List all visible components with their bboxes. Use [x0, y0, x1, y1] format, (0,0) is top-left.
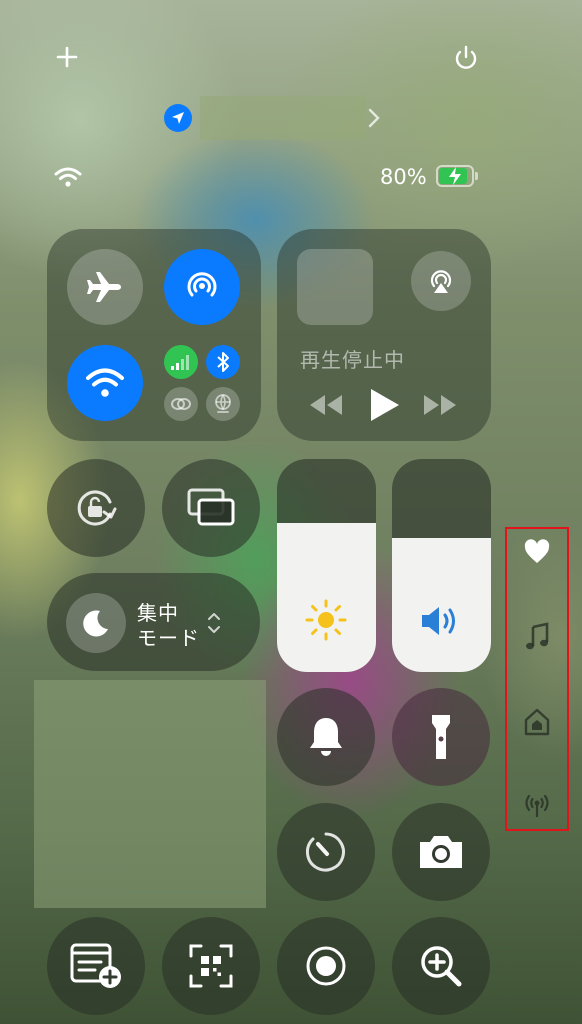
sun-icon — [305, 599, 347, 641]
quick-note-button[interactable] — [47, 917, 145, 1015]
brightness-slider[interactable] — [277, 459, 376, 672]
music-note-icon[interactable] — [524, 622, 550, 652]
rewind-icon[interactable] — [308, 393, 344, 417]
rotation-lock-icon — [77, 490, 117, 526]
vpn-toggle[interactable] — [206, 387, 240, 421]
play-icon[interactable] — [367, 387, 401, 423]
location-label-redacted — [200, 96, 365, 140]
record-icon — [306, 946, 346, 986]
power-icon — [455, 45, 477, 69]
fast-forward-icon[interactable] — [422, 393, 458, 417]
magnifier-button[interactable] — [392, 917, 490, 1015]
media-status-text: 再生停止中 — [300, 348, 405, 372]
antenna-icon[interactable] — [522, 791, 552, 819]
location-row[interactable] — [160, 96, 390, 140]
screen-mirroring-icon — [187, 488, 235, 526]
chevron-right-icon — [368, 108, 380, 128]
qr-code-scanner-icon — [189, 944, 233, 988]
battery-icon — [436, 165, 482, 189]
camera-button[interactable] — [392, 803, 490, 901]
timer-icon — [305, 832, 345, 872]
wifi-status-icon — [54, 167, 82, 187]
screen-recording-button[interactable] — [277, 917, 375, 1015]
silent-mode-toggle[interactable] — [277, 688, 375, 786]
flashlight-toggle[interactable] — [392, 688, 490, 786]
battery-percent: 80% — [380, 165, 427, 189]
plus-icon — [56, 46, 78, 68]
home-icon[interactable] — [523, 707, 551, 737]
cellular-signal-icon — [171, 355, 189, 370]
wifi-icon — [86, 368, 124, 397]
globe-icon — [215, 394, 231, 413]
airdrop-toggle[interactable] — [164, 249, 240, 325]
airplay-audio-icon — [430, 270, 452, 293]
magnifier-plus-icon — [421, 946, 462, 987]
bluetooth-toggle[interactable] — [206, 345, 240, 379]
airplane-icon — [87, 272, 121, 302]
camera-icon — [420, 836, 462, 868]
cellular-toggle[interactable] — [164, 345, 198, 379]
code-scanner-button[interactable] — [162, 917, 260, 1015]
speaker-icon — [422, 607, 455, 635]
redacted-widget-area — [34, 680, 266, 908]
link-icon — [171, 398, 191, 410]
page-indicator-highlight — [505, 527, 569, 831]
note-add-icon — [70, 943, 121, 988]
screen-mirroring-button[interactable] — [162, 459, 260, 557]
volume-slider[interactable] — [392, 459, 491, 672]
airplane-mode-toggle[interactable] — [67, 249, 143, 325]
bell-icon — [310, 718, 342, 756]
heart-icon[interactable] — [523, 539, 551, 565]
power-button[interactable] — [452, 44, 480, 72]
bluetooth-icon — [217, 352, 229, 372]
wifi-toggle[interactable] — [67, 345, 143, 421]
airdrop-icon — [187, 272, 217, 297]
airplay-button[interactable] — [411, 251, 471, 311]
timer-button[interactable] — [277, 803, 375, 901]
album-artwork — [297, 249, 373, 325]
focus-label-line2: モード — [137, 626, 200, 650]
personal-hotspot-toggle[interactable] — [164, 387, 198, 421]
flashlight-icon — [432, 715, 450, 759]
chevron-up-down-icon — [208, 613, 220, 633]
location-arrow-icon — [164, 104, 192, 132]
rotation-lock-toggle[interactable] — [47, 459, 145, 557]
moon-icon — [66, 593, 126, 653]
add-control-button[interactable] — [54, 44, 80, 70]
